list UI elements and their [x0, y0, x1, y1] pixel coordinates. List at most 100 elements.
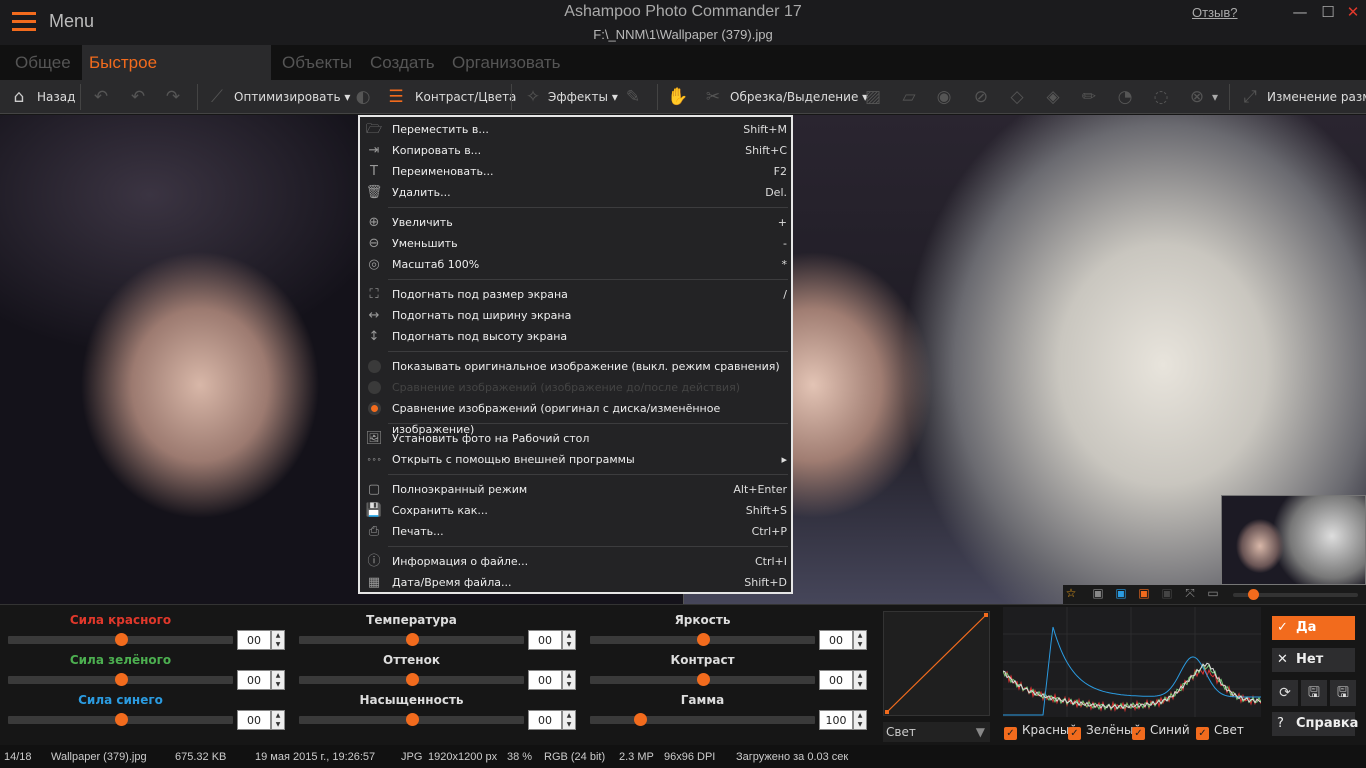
minimize-icon[interactable]: —: [1290, 3, 1310, 21]
slider-knob[interactable]: [406, 713, 419, 726]
undo-icon[interactable]: ↶: [127, 86, 149, 108]
maximize-icon[interactable]: ☐: [1318, 3, 1338, 21]
eye-icon[interactable]: ◉: [933, 86, 955, 108]
compare-icon[interactable]: ▣: [1090, 586, 1106, 600]
menu-item[interactable]: ⊕Увеличить+: [360, 212, 791, 233]
adjust-slider[interactable]: [299, 676, 524, 684]
compare-blue-icon[interactable]: ▣: [1113, 586, 1129, 600]
menu-item[interactable]: ⇥Копировать в...Shift+C: [360, 140, 791, 161]
optimize-button[interactable]: Оптимизировать ▾: [234, 80, 350, 114]
slider-knob[interactable]: [406, 673, 419, 686]
compare-disabled-icon[interactable]: ▣: [1159, 586, 1175, 600]
bandage-icon[interactable]: ⊗: [1186, 86, 1208, 108]
value-spinner[interactable]: ▲▼: [853, 630, 867, 650]
menu-item[interactable]: ▦Дата/Время файла...Shift+D: [360, 572, 791, 593]
adjust-slider[interactable]: [8, 636, 233, 644]
resize-icon[interactable]: ⤢: [1239, 86, 1261, 108]
undo-all-icon[interactable]: ↶: [90, 86, 112, 108]
fit-icon[interactable]: ⤧: [1182, 586, 1198, 601]
scissors-icon[interactable]: ✂: [702, 86, 724, 108]
menu-item[interactable]: 🗑Удалить...Del.: [360, 182, 791, 203]
reset-icon[interactable]: ⟳: [1272, 680, 1298, 706]
value-spinner[interactable]: ▲▼: [562, 670, 576, 690]
adjust-slider[interactable]: [8, 676, 233, 684]
sliders-icon[interactable]: ☰: [385, 86, 407, 108]
value-input[interactable]: 100: [819, 710, 853, 730]
menu-item[interactable]: ⊖Уменьшить-: [360, 233, 791, 254]
adjust-slider[interactable]: [8, 716, 233, 724]
tab-organize[interactable]: Организовать: [445, 45, 567, 80]
no-button[interactable]: ✕Нет: [1272, 648, 1355, 672]
blur-icon[interactable]: ◌: [1150, 86, 1172, 108]
close-icon[interactable]: ✕: [1343, 3, 1363, 21]
value-input[interactable]: 00: [237, 630, 271, 650]
home-icon[interactable]: ⌂: [8, 86, 30, 108]
slider-knob[interactable]: [115, 673, 128, 686]
tab-objects[interactable]: Объекты: [275, 45, 359, 80]
value-spinner[interactable]: ▲▼: [271, 670, 285, 690]
curve-channel-select[interactable]: Свет▼: [883, 722, 990, 742]
contrast-colors-button[interactable]: Контраст/Цвета: [415, 80, 516, 114]
pencil-icon[interactable]: ✏: [1078, 86, 1100, 108]
redo-icon[interactable]: ↷: [162, 86, 184, 108]
effects-button[interactable]: Эффекты ▾: [548, 80, 618, 114]
adjust-slider[interactable]: [299, 716, 524, 724]
crop-select-button[interactable]: Обрезка/Выделение ▾: [730, 80, 868, 114]
help-button[interactable]: ?Справка: [1272, 712, 1355, 736]
tab-general[interactable]: Общее: [8, 45, 78, 80]
menu-item[interactable]: ⎙Печать...Ctrl+P: [360, 521, 791, 542]
tab-create[interactable]: Создать: [363, 45, 442, 80]
perspective-icon[interactable]: ▱: [898, 86, 920, 108]
menu-item[interactable]: Показывать оригинальное изображение (вык…: [360, 356, 791, 377]
slider-knob[interactable]: [115, 633, 128, 646]
check-light[interactable]: ✓Свет: [1196, 723, 1244, 740]
menu-item[interactable]: ∘∘∘Открыть с помощью внешней программы▸: [360, 449, 791, 470]
value-spinner[interactable]: ▲▼: [271, 710, 285, 730]
tone-curve[interactable]: [883, 611, 990, 716]
menu-item[interactable]: 🗁Переместить в...Shift+M: [360, 119, 791, 140]
adjust-slider[interactable]: [299, 636, 524, 644]
value-spinner[interactable]: ▲▼: [853, 710, 867, 730]
menu-item[interactable]: ⓘИнформация о файле...Ctrl+I: [360, 551, 791, 572]
value-input[interactable]: 00: [819, 670, 853, 690]
slider-knob[interactable]: [115, 713, 128, 726]
value-input[interactable]: 00: [528, 670, 562, 690]
save-up-icon[interactable]: 🖫: [1330, 680, 1356, 706]
image-icon[interactable]: ▨: [862, 86, 884, 108]
fill-icon[interactable]: ◈: [1042, 86, 1064, 108]
value-spinner[interactable]: ▲▼: [562, 710, 576, 730]
slider-knob[interactable]: [697, 673, 710, 686]
value-input[interactable]: 00: [819, 630, 853, 650]
value-spinner[interactable]: ▲▼: [853, 670, 867, 690]
value-input[interactable]: 00: [237, 670, 271, 690]
menu-item[interactable]: ◎Масштаб 100%*: [360, 254, 791, 275]
hand-icon[interactable]: ✋: [667, 86, 689, 108]
save-down-icon[interactable]: 🖫: [1301, 680, 1327, 706]
resize-button[interactable]: Изменение размер: [1267, 80, 1366, 114]
menu-item[interactable]: ↔Подогнать под ширину экрана: [360, 305, 791, 326]
check-green[interactable]: ✓Зелёный: [1068, 723, 1141, 740]
monitor-icon[interactable]: ▭: [1205, 586, 1221, 600]
clone-icon[interactable]: ⊘: [970, 86, 992, 108]
check-blue[interactable]: ✓Синий: [1132, 723, 1190, 740]
value-spinner[interactable]: ▲▼: [271, 630, 285, 650]
value-input[interactable]: 00: [528, 630, 562, 650]
auto-contrast-icon[interactable]: ◐: [352, 86, 374, 108]
menu-item[interactable]: TПереименовать...F2: [360, 161, 791, 182]
feedback-link[interactable]: Отзыв?: [1192, 5, 1238, 20]
slider-knob[interactable]: [697, 633, 710, 646]
tab-quick-fix[interactable]: Быстрое исправление: [82, 45, 271, 80]
redeye-icon[interactable]: ◔: [1114, 86, 1136, 108]
menu-item[interactable]: ⛶Подогнать под размер экрана/: [360, 284, 791, 305]
menu-item[interactable]: Сравнение изображений (оригинал с диска/…: [360, 398, 791, 419]
slider-knob[interactable]: [406, 633, 419, 646]
check-red[interactable]: ✓Красный: [1004, 723, 1077, 740]
eraser-icon[interactable]: ◇: [1006, 86, 1028, 108]
adjust-slider[interactable]: [590, 676, 815, 684]
sparkle-icon[interactable]: ✧: [522, 86, 544, 108]
navigator-thumbnail[interactable]: [1221, 495, 1366, 585]
more-tools-dropdown[interactable]: ▾: [1212, 80, 1218, 114]
compare-orange-icon[interactable]: ▣: [1136, 586, 1152, 600]
adjust-slider[interactable]: [590, 636, 815, 644]
back-button[interactable]: Назад: [37, 80, 75, 114]
